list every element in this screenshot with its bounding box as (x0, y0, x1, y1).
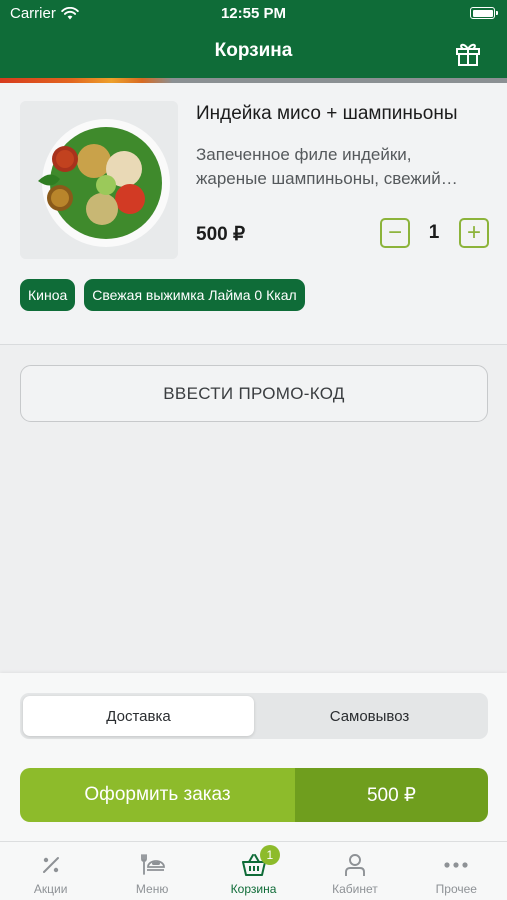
tab-account[interactable]: Кабинет (304, 842, 405, 900)
battery-icon (470, 7, 498, 19)
tab-more[interactable]: Прочее (406, 842, 507, 900)
gift-button[interactable] (451, 36, 485, 70)
cart-item: Индейка мисо + шампиньоны Запеченное фил… (0, 83, 507, 345)
option-tag: Киноа (20, 279, 76, 311)
tab-label: Акции (33, 882, 68, 896)
tab-promotions[interactable]: Акции (0, 842, 101, 900)
item-description-line: жареные шампиньоны, свежий… (196, 169, 458, 188)
tab-menu[interactable]: Меню (101, 842, 202, 900)
delivery-method-selector: Доставка Самовывоз (20, 693, 488, 739)
status-bar: Carrier 12:55 PM (0, 0, 507, 28)
more-icon (444, 862, 468, 868)
percent-icon (42, 857, 59, 873)
checkout-panel: Доставка Самовывоз Оформить заказ 500 ₽ (0, 673, 507, 841)
pickup-option[interactable]: Самовывоз (254, 696, 485, 736)
cart-count-badge: 1 (259, 845, 280, 865)
tab-label: Кабинет (332, 882, 378, 896)
status-time: 12:55 PM (220, 5, 287, 22)
gift-icon (456, 43, 480, 66)
option-tag: Свежая выжимка Лайма 0 Ккал (84, 279, 305, 311)
tab-label: Корзина (230, 882, 277, 896)
quantity-value: 1 (428, 222, 440, 243)
item-description: Запеченное филе индейки, жареные шампинь… (196, 143, 494, 191)
delivery-option[interactable]: Доставка (23, 696, 254, 736)
increase-quantity-button[interactable]: + (459, 218, 489, 248)
decrease-quantity-button[interactable]: − (380, 218, 410, 248)
page-title: Корзина (214, 40, 293, 61)
checkout-label: Оформить заказ (20, 768, 295, 822)
tab-label: Меню (135, 882, 169, 896)
checkout-button[interactable]: Оформить заказ 500 ₽ (20, 768, 488, 822)
tab-label: Прочее (435, 882, 477, 896)
item-title: Индейка мисо + шампиньоны (196, 103, 458, 124)
user-icon (344, 854, 365, 876)
dish-image (20, 101, 178, 259)
item-options: Киноа Свежая выжимка Лайма 0 Ккал (20, 279, 305, 311)
item-price: 500 ₽ (196, 224, 246, 245)
item-description-line: Запеченное филе индейки, (196, 145, 412, 164)
tab-bar: Акции Меню 1 Корзина Кабинет Прочее (0, 841, 507, 900)
dish-icon (141, 854, 166, 875)
app-header: Carrier 12:55 PM Корзина (0, 0, 507, 80)
checkout-total: 500 ₽ (295, 768, 488, 822)
promo-code-button[interactable]: ВВЕСТИ ПРОМО-КОД (20, 365, 488, 422)
tab-cart[interactable]: 1 Корзина (203, 842, 304, 900)
minus-icon: − (387, 219, 402, 246)
plus-icon: + (466, 219, 481, 246)
